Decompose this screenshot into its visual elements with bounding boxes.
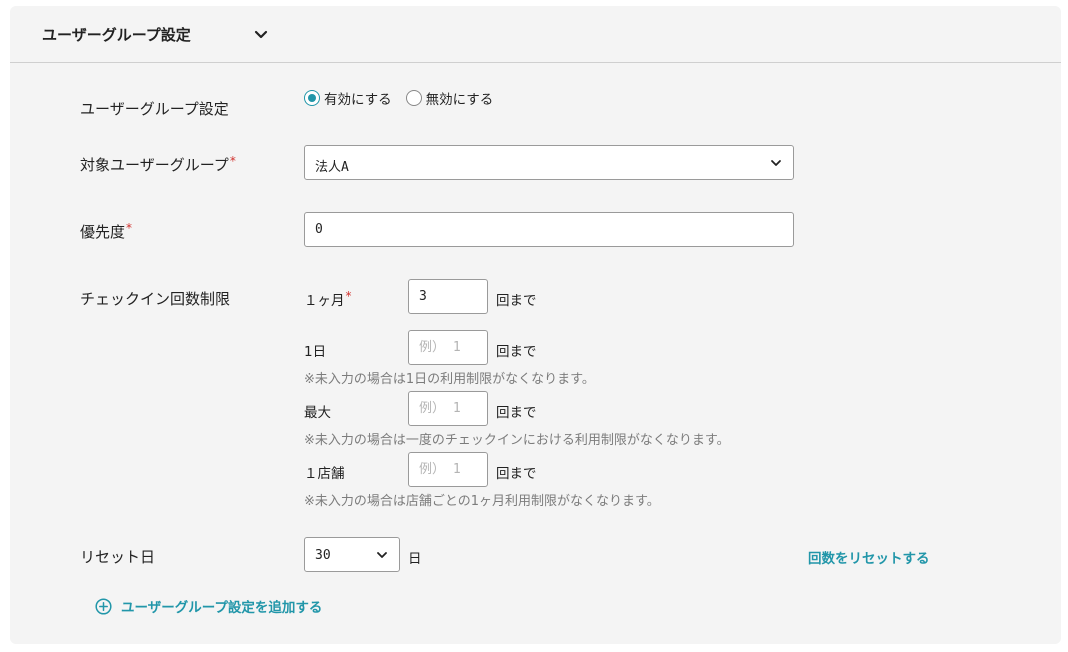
- per-store-limit-unit: 回まで: [496, 466, 537, 482]
- card-header: ユーザーグループ設定: [10, 6, 1061, 63]
- daily-limit-note: ※未入力の場合は1日の利用制限がなくなります。: [304, 372, 595, 387]
- reset-day-unit: 日: [408, 551, 422, 567]
- reset-day-value: 30: [315, 548, 331, 563]
- group-setting-label: ユーザーグループ設定: [80, 100, 229, 118]
- reset-day-select[interactable]: 30: [304, 537, 400, 572]
- chevron-down-icon: [377, 552, 387, 558]
- group-setting-radio-group: 有効にする 無効にする: [304, 88, 507, 108]
- required-mark: *: [229, 154, 236, 168]
- section-title: ユーザーグループ設定: [42, 26, 191, 44]
- priority-input[interactable]: [304, 212, 794, 247]
- monthly-limit-label-text: １ヶ月: [304, 293, 345, 309]
- max-limit-input[interactable]: [408, 391, 488, 426]
- reset-day-label: リセット日: [80, 548, 156, 566]
- chevron-down-icon[interactable]: [250, 24, 272, 46]
- radio-enable-label: 有効にする: [324, 92, 392, 108]
- chevron-down-icon: [771, 160, 781, 166]
- radio-disable-indicator[interactable]: [405, 90, 422, 106]
- required-mark: *: [126, 221, 133, 235]
- per-store-limit-input[interactable]: [408, 452, 488, 487]
- add-user-group-label: ユーザーグループ設定を追加する: [121, 600, 323, 616]
- target-group-value: 法人A: [315, 160, 349, 175]
- target-group-label-text: 対象ユーザーグループ: [80, 156, 229, 174]
- priority-label: 優先度*: [80, 221, 132, 242]
- priority-label-text: 優先度: [80, 223, 126, 241]
- radio-enable[interactable]: 有効にする: [304, 88, 392, 108]
- daily-limit-label: 1日: [304, 344, 327, 360]
- per-store-limit-label: １店舗: [304, 466, 345, 482]
- plus-circle-icon: [95, 597, 112, 615]
- add-user-group-button[interactable]: ユーザーグループ設定を追加する: [95, 596, 322, 616]
- radio-enable-indicator[interactable]: [304, 90, 320, 106]
- target-group-select[interactable]: 法人A: [304, 145, 794, 180]
- max-limit-note: ※未入力の場合は一度のチェックインにおける利用制限がなくなります。: [304, 433, 730, 448]
- monthly-limit-label: １ヶ月*: [304, 289, 352, 309]
- daily-limit-unit: 回まで: [496, 344, 537, 360]
- radio-disable[interactable]: 無効にする: [405, 88, 494, 108]
- monthly-limit-unit: 回まで: [496, 293, 537, 309]
- daily-limit-input[interactable]: [408, 330, 488, 365]
- reset-count-link[interactable]: 回数をリセットする: [808, 547, 930, 567]
- per-store-limit-note: ※未入力の場合は店舗ごとの1ヶ月利用制限がなくなります。: [304, 494, 660, 509]
- max-limit-unit: 回まで: [496, 405, 537, 421]
- radio-disable-label: 無効にする: [425, 92, 494, 108]
- max-limit-label: 最大: [304, 405, 331, 421]
- checkin-limit-label: チェックイン回数制限: [80, 290, 231, 308]
- monthly-limit-input[interactable]: [408, 279, 488, 314]
- required-mark: *: [345, 289, 352, 303]
- target-group-label: 対象ユーザーグループ*: [80, 154, 236, 175]
